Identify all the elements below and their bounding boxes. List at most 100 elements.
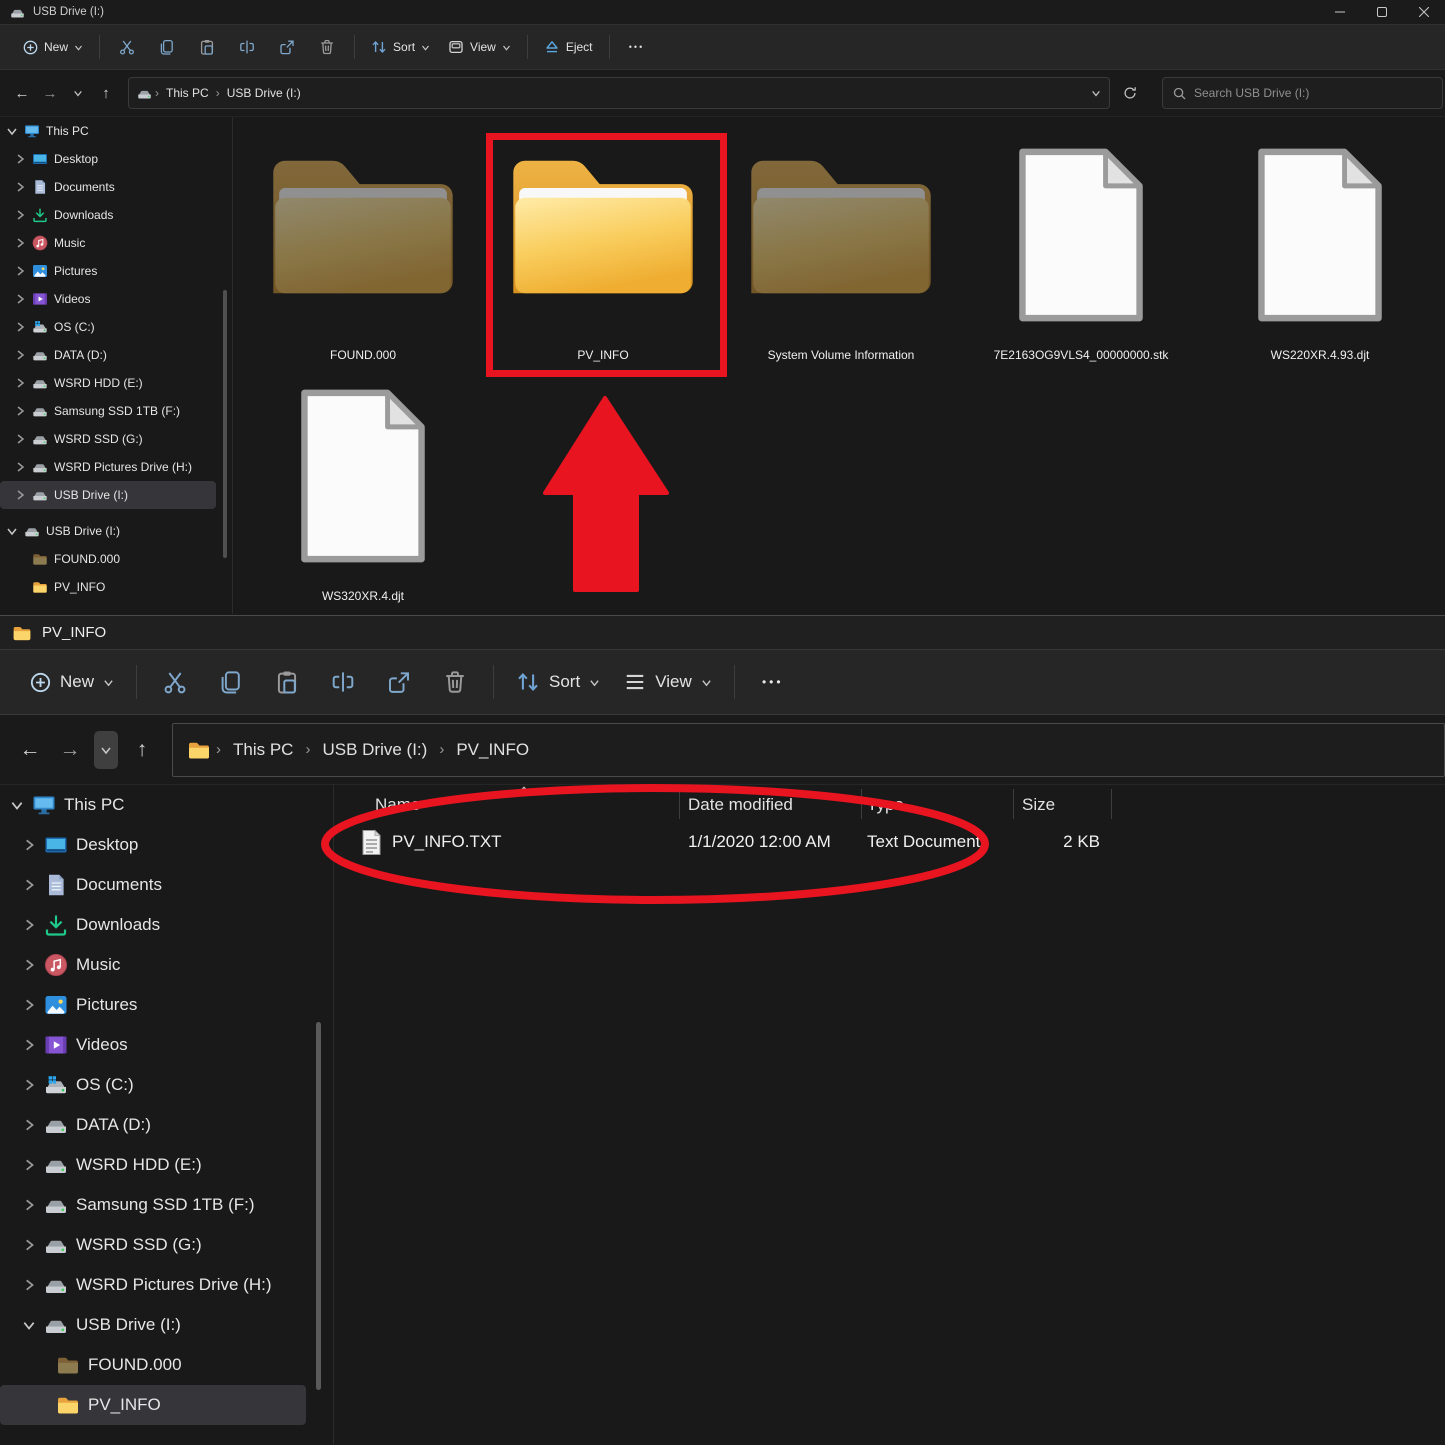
chevron-right-icon[interactable] — [14, 181, 26, 193]
chevron-right-icon[interactable] — [22, 1198, 36, 1212]
new-button[interactable]: New — [18, 658, 126, 706]
share-button[interactable] — [267, 30, 307, 64]
delete-button[interactable] — [307, 30, 347, 64]
sidebar-item-usb-drive-i[interactable]: USB Drive (I:) — [0, 481, 216, 509]
sidebar-item-data-d[interactable]: DATA (D:) — [0, 341, 232, 369]
chevron-right-icon[interactable] — [14, 293, 26, 305]
recent-locations-button[interactable] — [94, 731, 118, 769]
chevron-right-icon[interactable] — [14, 461, 26, 473]
more-options-button[interactable]: ••• — [617, 30, 657, 64]
column-divider[interactable] — [1111, 789, 1112, 819]
new-button[interactable]: New — [14, 30, 92, 64]
sidebar-item-downloads[interactable]: Downloads — [0, 201, 232, 229]
more-options-button[interactable]: ••• — [745, 658, 801, 706]
sidebar-item-usb-drive-i[interactable]: USB Drive (I:) — [0, 517, 232, 545]
chevron-right-icon[interactable] — [14, 153, 26, 165]
paste-button[interactable] — [187, 30, 227, 64]
chevron-right-icon[interactable] — [14, 433, 26, 445]
paste-button[interactable] — [259, 658, 315, 706]
sidebar-item-music[interactable]: Music — [0, 229, 232, 257]
breadcrumb-segment[interactable]: This PC — [162, 86, 213, 100]
search-input[interactable] — [1194, 86, 1432, 100]
chevron-right-icon[interactable] — [22, 1278, 36, 1292]
sidebar-item-os-c[interactable]: OS (C:) — [0, 1065, 312, 1105]
sidebar-item-desktop[interactable]: Desktop — [0, 825, 312, 865]
sidebar-item-documents[interactable]: Documents — [0, 173, 232, 201]
breadcrumb-segment[interactable]: USB Drive (I:) — [223, 86, 305, 100]
breadcrumb-segment[interactable]: USB Drive (I:) — [315, 740, 434, 760]
delete-button[interactable] — [427, 658, 483, 706]
sidebar-item-wsrd-ssd-g[interactable]: WSRD SSD (G:) — [0, 1225, 312, 1265]
sidebar-item-documents[interactable]: Documents — [0, 865, 312, 905]
sidebar-item-wsrd-pictures-drive-h[interactable]: WSRD Pictures Drive (H:) — [0, 1265, 312, 1305]
sidebar-item-pv-info[interactable]: PV_INFO — [0, 1385, 306, 1425]
sidebar-item-downloads[interactable]: Downloads — [0, 905, 312, 945]
chevron-right-icon[interactable] — [14, 405, 26, 417]
cut-button[interactable] — [147, 658, 203, 706]
chevron-right-icon[interactable] — [22, 918, 36, 932]
recent-locations-button[interactable] — [64, 78, 92, 108]
sidebar-scrollbar[interactable] — [223, 290, 227, 558]
column-divider[interactable] — [861, 789, 862, 819]
sidebar-item-this-pc[interactable]: This PC — [0, 117, 232, 145]
up-button[interactable]: ↑ — [122, 728, 162, 772]
sidebar-item-usb-drive-i[interactable]: USB Drive (I:) — [0, 1305, 312, 1345]
sidebar-item-wsrd-hdd-e[interactable]: WSRD HDD (E:) — [0, 1145, 312, 1185]
sidebar-item-music[interactable]: Music — [0, 945, 312, 985]
view-button[interactable]: View — [439, 30, 520, 64]
forward-button[interactable]: → — [50, 728, 90, 772]
chevron-right-icon[interactable] — [14, 265, 26, 277]
eject-button[interactable]: Eject — [535, 30, 602, 64]
column-header-type[interactable]: Type — [867, 795, 904, 815]
column-divider[interactable] — [679, 789, 680, 819]
chevron-right-icon[interactable] — [22, 1118, 36, 1132]
chevron-down-icon[interactable] — [22, 1318, 36, 1332]
sidebar-item-pictures[interactable]: Pictures — [0, 985, 312, 1025]
sidebar-item-os-c[interactable]: OS (C:) — [0, 313, 232, 341]
sort-button[interactable]: Sort — [362, 30, 439, 64]
sidebar-item-pv-info[interactable]: PV_INFO — [0, 573, 232, 601]
chevron-right-icon[interactable] — [14, 209, 26, 221]
chevron-right-icon[interactable] — [14, 321, 26, 333]
sort-button[interactable]: Sort — [504, 658, 612, 706]
chevron-right-icon[interactable] — [14, 349, 26, 361]
column-divider[interactable] — [1013, 789, 1014, 819]
refresh-button[interactable] — [1116, 78, 1144, 108]
rename-button[interactable] — [315, 658, 371, 706]
folder-tile-found-000[interactable]: FOUND.000 — [245, 131, 481, 371]
sidebar-item-pictures[interactable]: Pictures — [0, 257, 232, 285]
chevron-down-icon[interactable] — [6, 125, 18, 137]
file-tile-7e2163og9vls4-00000000-stk[interactable]: 7E2163OG9VLS4_00000000.stk — [963, 131, 1199, 371]
back-button[interactable]: ← — [10, 728, 50, 772]
chevron-right-icon[interactable] — [22, 838, 36, 852]
chevron-right-icon[interactable] — [14, 377, 26, 389]
sidebar-item-desktop[interactable]: Desktop — [0, 145, 232, 173]
breadcrumb-segment[interactable]: PV_INFO — [449, 740, 536, 760]
column-header-name[interactable]: Name — [375, 795, 420, 815]
rename-button[interactable] — [227, 30, 267, 64]
share-button[interactable] — [371, 658, 427, 706]
sidebar-scrollbar[interactable] — [316, 1022, 321, 1390]
chevron-right-icon[interactable] — [14, 237, 26, 249]
column-header-date-modified[interactable]: Date modified — [688, 795, 793, 815]
folder-tile-pv-info[interactable]: PV_INFO — [485, 131, 721, 371]
chevron-right-icon[interactable] — [22, 1078, 36, 1092]
minimize-button[interactable] — [1319, 0, 1361, 24]
chevron-down-icon[interactable] — [10, 798, 24, 812]
sidebar-item-wsrd-hdd-e[interactable]: WSRD HDD (E:) — [0, 369, 232, 397]
sidebar-item-wsrd-ssd-g[interactable]: WSRD SSD (G:) — [0, 425, 232, 453]
file-tile-ws220xr-4-93-djt[interactable]: WS220XR.4.93.djt — [1202, 131, 1438, 371]
sidebar-item-data-d[interactable]: DATA (D:) — [0, 1105, 312, 1145]
view-button[interactable]: View — [612, 658, 724, 706]
copy-button[interactable] — [147, 30, 187, 64]
chevron-right-icon[interactable] — [22, 878, 36, 892]
close-button[interactable] — [1403, 0, 1445, 24]
sidebar-item-wsrd-pictures-drive-h[interactable]: WSRD Pictures Drive (H:) — [0, 453, 232, 481]
sidebar-item-found-000[interactable]: FOUND.000 — [0, 1345, 312, 1385]
sidebar-item-found-000[interactable]: FOUND.000 — [0, 545, 232, 573]
chevron-right-icon[interactable] — [22, 958, 36, 972]
file-row-pv-info-txt[interactable]: PV_INFO.TXT 1/1/2020 12:00 AM Text Docum… — [345, 822, 1111, 864]
chevron-right-icon[interactable] — [22, 1158, 36, 1172]
chevron-right-icon[interactable] — [22, 998, 36, 1012]
address-dropdown-icon[interactable] — [1091, 88, 1101, 98]
